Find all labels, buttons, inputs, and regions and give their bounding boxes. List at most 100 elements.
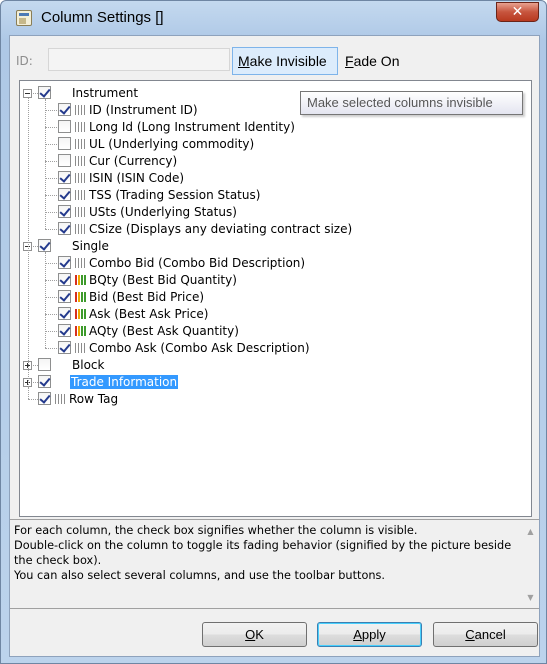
expander-icon[interactable]: [23, 89, 32, 98]
tree-connector-horizontal: [45, 229, 57, 230]
id-input[interactable]: [48, 48, 230, 71]
description-line: For each column, the check box signifies…: [14, 524, 418, 537]
scroll-down-arrow-icon[interactable]: ▼: [522, 589, 539, 606]
tree-connector-vertical: [45, 99, 46, 229]
checkbox-icon[interactable]: [58, 324, 71, 337]
make-invisible-button[interactable]: Make Invisible: [232, 47, 338, 75]
tree-connector-horizontal: [45, 212, 57, 213]
tree-group-label: Instrument: [72, 86, 139, 100]
checkbox-icon[interactable]: [58, 307, 71, 320]
close-button[interactable]: ✕: [496, 2, 539, 22]
column-bars-icon: [55, 393, 66, 405]
tree-group-label: Block: [72, 358, 105, 372]
tree-group-label: Single: [72, 239, 109, 253]
scroll-up-arrow-icon[interactable]: ▲: [522, 523, 539, 540]
tree-column-label: Cur (Currency): [89, 154, 178, 168]
column-bars-icon: [75, 206, 86, 218]
description-panel: For each column, the check box signifies…: [10, 519, 539, 609]
ok-button[interactable]: OK: [202, 622, 307, 647]
description-line: Double-click on the column to toggle its…: [14, 539, 512, 567]
description-line: You can also select several columns, and…: [14, 569, 385, 582]
tree-connector-horizontal: [45, 110, 57, 111]
checkbox-icon[interactable]: [58, 188, 71, 201]
tree-column-label: Bid (Best Bid Price): [89, 290, 205, 304]
tree-connector-horizontal: [45, 178, 57, 179]
tree-connector-horizontal: [28, 399, 38, 400]
column-bars-icon: [75, 342, 86, 354]
checkbox-icon[interactable]: [58, 273, 71, 286]
tree-column-label: CSize (Displays any deviating contract s…: [89, 222, 353, 236]
tree-column-label: BQty (Best Bid Quantity): [89, 273, 237, 287]
checkbox-icon[interactable]: [58, 171, 71, 184]
checkbox-icon[interactable]: [58, 290, 71, 303]
tooltip: Make selected columns invisible: [300, 91, 523, 115]
column-bars-icon: [75, 325, 86, 337]
column-bars-icon: [75, 274, 86, 286]
toolbar: ID: Make Invisible Fade On: [10, 36, 539, 78]
tree-column-label: TSS (Trading Session Status): [89, 188, 261, 202]
column-tree[interactable]: Instrument ID (Instrument ID) Long Id (Lon…: [19, 80, 532, 517]
title-bar[interactable]: Column Settings [] ✕: [1, 1, 546, 35]
checkbox-icon[interactable]: [58, 103, 71, 116]
app-icon: [16, 10, 32, 26]
apply-button[interactable]: Apply: [317, 622, 422, 647]
checkbox-icon[interactable]: [38, 358, 51, 371]
tree-column-label: Ask (Best Ask Price): [89, 307, 209, 321]
description-text: For each column, the check box signifies…: [14, 523, 519, 583]
column-bars-icon: [75, 291, 86, 303]
tree-column-label: Long Id (Long Instrument Identity): [89, 120, 295, 134]
checkbox-icon[interactable]: [38, 375, 51, 388]
cancel-mnemonic: C: [465, 627, 475, 642]
tree-column-label: UL (Underlying commodity): [89, 137, 255, 151]
column-bars-icon: [75, 172, 86, 184]
tree-connector-horizontal: [45, 144, 57, 145]
checkbox-icon[interactable]: [58, 154, 71, 167]
tree-group-label: Trade Information: [70, 375, 179, 389]
window-title: Column Settings []: [41, 9, 164, 26]
tree-connector-horizontal: [45, 314, 57, 315]
tree-column-label: ISIN (ISIN Code): [89, 171, 185, 185]
column-bars-icon: [75, 257, 86, 269]
ok-label: K: [255, 627, 264, 642]
tree-connector-horizontal: [45, 348, 57, 349]
column-bars-icon: [75, 104, 86, 116]
tree-column-label: AQty (Best Ask Quantity): [89, 324, 239, 338]
tree-column-label: ID (Instrument ID): [89, 103, 198, 117]
checkbox-icon[interactable]: [38, 86, 51, 99]
column-bars-icon: [75, 308, 86, 320]
tree-connector-horizontal: [45, 280, 57, 281]
tree-connector-horizontal: [45, 263, 57, 264]
apply-label: pply: [361, 627, 386, 642]
make-invisible-mnemonic: M: [238, 53, 250, 69]
column-bars-icon: [75, 155, 86, 167]
column-bars-icon: [75, 223, 86, 235]
checkbox-icon[interactable]: [38, 239, 51, 252]
checkbox-icon[interactable]: [58, 205, 71, 218]
fade-on-mnemonic: F: [345, 53, 354, 69]
description-scrollbar[interactable]: ▲ ▼: [522, 520, 539, 608]
tree-column-label: Combo Ask (Combo Ask Description): [89, 341, 310, 355]
ok-mnemonic: O: [245, 627, 256, 642]
tree-connector-horizontal: [45, 297, 57, 298]
column-settings-window: Column Settings [] ✕ ID: Make Invisible …: [0, 0, 547, 664]
checkbox-icon[interactable]: [58, 341, 71, 354]
fade-on-label: ade On: [353, 53, 400, 69]
tree-connector-horizontal: [45, 331, 57, 332]
checkbox-icon[interactable]: [58, 222, 71, 235]
checkbox-icon[interactable]: [38, 392, 51, 405]
checkbox-icon[interactable]: [58, 137, 71, 150]
tree-connector-horizontal: [45, 195, 57, 196]
cancel-button[interactable]: Cancel: [433, 622, 538, 647]
tree-connector-horizontal: [45, 127, 57, 128]
checkbox-icon[interactable]: [58, 120, 71, 133]
fade-on-button[interactable]: Fade On: [339, 47, 409, 75]
id-label: ID:: [16, 54, 33, 68]
tree-column-label: Combo Bid (Combo Bid Description): [89, 256, 306, 270]
dialog-body: ID: Make Invisible Fade On Instrument ID …: [9, 35, 540, 657]
apply-mnemonic: A: [353, 627, 362, 642]
tree-connector-vertical: [28, 98, 29, 391]
make-invisible-label: ake Invisible: [249, 53, 327, 69]
column-bars-icon: [75, 121, 86, 133]
tree-connector-horizontal: [45, 161, 57, 162]
checkbox-icon[interactable]: [58, 256, 71, 269]
